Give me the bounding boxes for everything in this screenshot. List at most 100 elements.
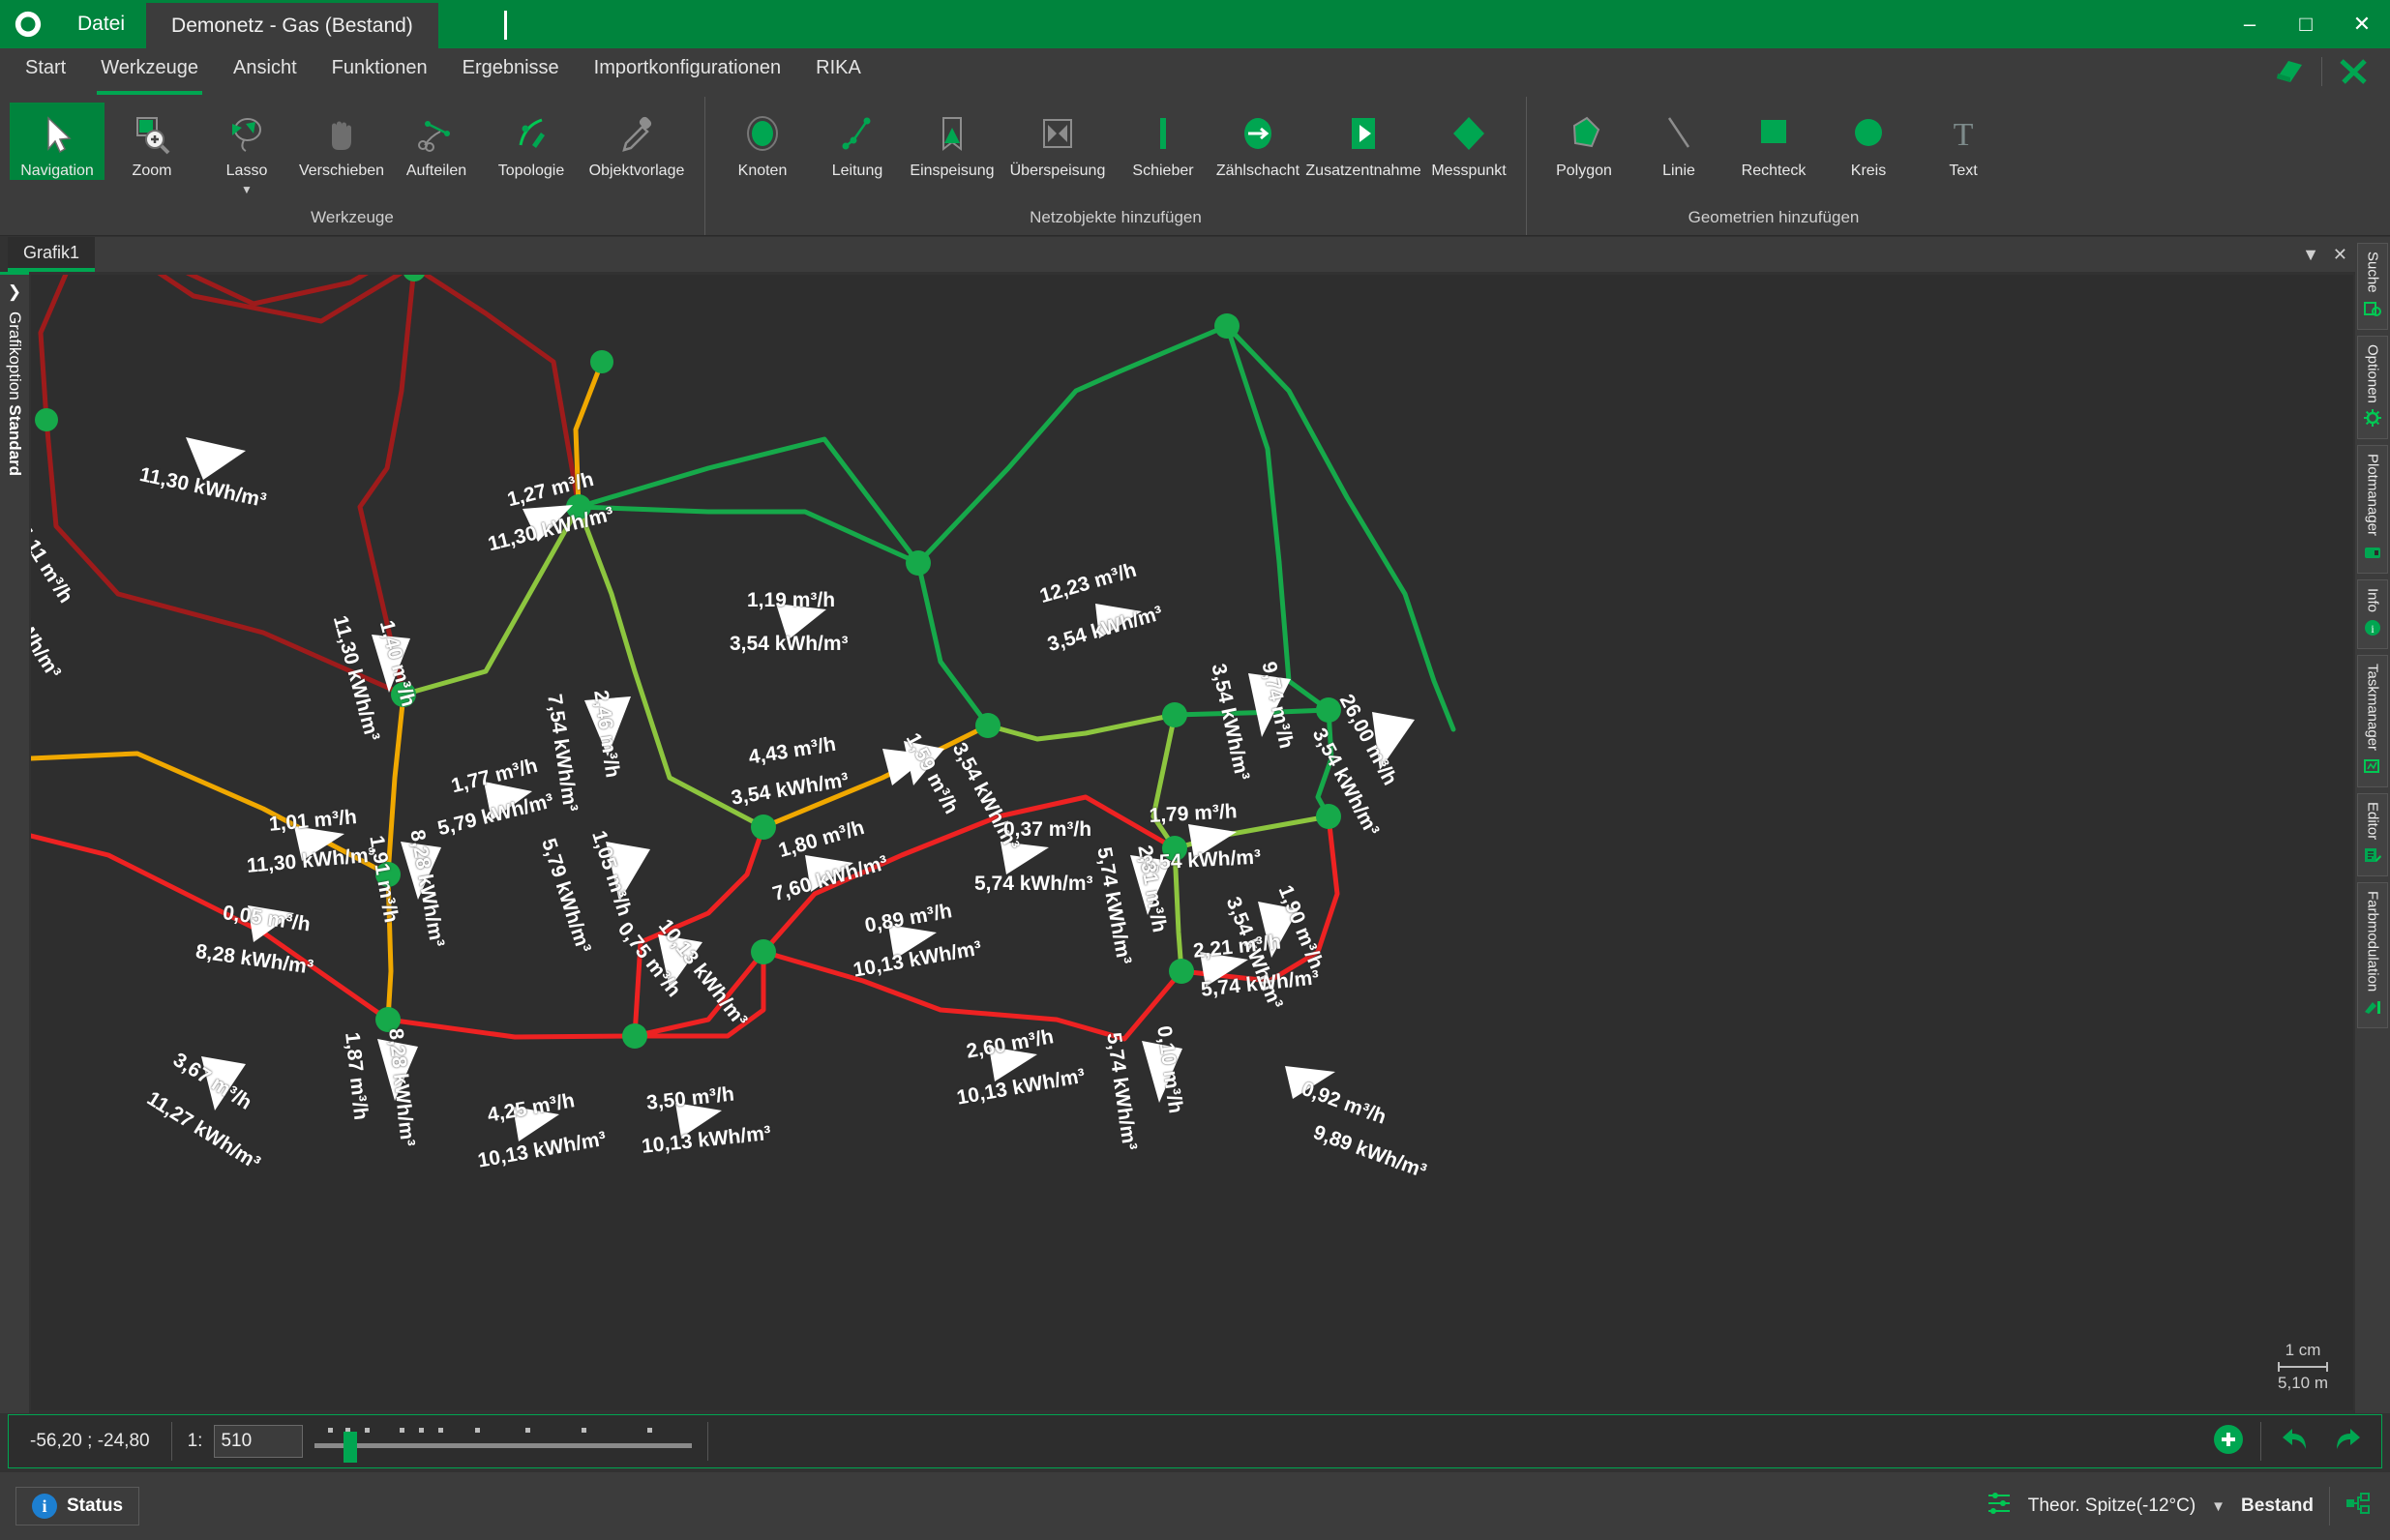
pipe-line-icon	[835, 108, 880, 161]
tool-leitung[interactable]: Leitung	[810, 103, 905, 180]
panel-tab-farbmodulation[interactable]: Farbmodulation	[2357, 882, 2388, 1028]
tool-zoom[interactable]: Zoom	[105, 103, 199, 180]
tool-zaehlschacht[interactable]: Zählschacht	[1210, 103, 1305, 180]
tool-text-label: Text	[1947, 161, 1979, 180]
graphic-tab-grafik1[interactable]: Grafik1	[8, 237, 95, 272]
scenario-label[interactable]: Theor. Spitze(-12°C)	[2028, 1496, 2196, 1517]
plotmanager-icon	[2363, 543, 2382, 567]
panel-tab-info[interactable]: Info i	[2357, 579, 2388, 649]
search-panel-icon	[2363, 299, 2382, 323]
svg-text:T: T	[1954, 117, 1974, 153]
ribbon-tab-importkonfigurationen[interactable]: Importkonfigurationen	[577, 48, 798, 97]
ribbon-quick-icons	[2263, 50, 2380, 93]
ribbon-tab-werkzeuge[interactable]: Werkzeuge	[83, 48, 216, 97]
menu-datei[interactable]: Datei	[56, 0, 146, 48]
tool-objektvorlage[interactable]: Objektvorlage	[579, 103, 695, 180]
tool-knoten-label: Knoten	[736, 161, 790, 180]
maximize-button[interactable]: □	[2278, 0, 2334, 48]
status-button-label: Status	[67, 1496, 123, 1517]
tool-zaehlschacht-label: Zählschacht	[1214, 161, 1301, 180]
zoom-slider-thumb[interactable]	[344, 1432, 357, 1463]
minimize-button[interactable]: –	[2222, 0, 2278, 48]
zoom-slider-track	[314, 1443, 692, 1448]
scale-bar-bottom: 5,10 m	[2278, 1374, 2328, 1393]
flow-label: 5,74 kWh/m³	[974, 873, 1093, 896]
variant-label[interactable]: Bestand	[2241, 1496, 2314, 1517]
tool-zoom-label: Zoom	[131, 161, 174, 180]
ribbon-tab-ergebnisse[interactable]: Ergebnisse	[445, 48, 577, 97]
flow-label: 1,79 m³/h	[1149, 800, 1238, 828]
status-button[interactable]: i Status	[15, 1487, 139, 1525]
panel-tab-suche[interactable]: Suche	[2357, 243, 2388, 330]
tool-objektvorlage-label: Objektvorlage	[587, 161, 687, 180]
editor-icon	[2363, 845, 2382, 870]
flow-label: 0,37 m³/h	[1003, 818, 1091, 842]
tool-kreis[interactable]: Kreis	[1821, 103, 1916, 180]
tool-polygon[interactable]: Polygon	[1537, 103, 1631, 180]
circle-icon	[1846, 108, 1891, 161]
tool-messpunkt-label: Messpunkt	[1429, 161, 1508, 180]
ribbon-tab-rika[interactable]: RIKA	[798, 48, 879, 97]
redo-arrow-icon[interactable]	[2329, 1424, 2366, 1460]
title-spacer	[438, 0, 2222, 48]
tool-ueberspeisung[interactable]: Überspeisung	[1000, 103, 1116, 180]
tools-icon[interactable]	[2328, 50, 2380, 93]
flow-label: 1,19 m³/h	[747, 589, 835, 612]
gear-icon	[2363, 408, 2382, 432]
graphic-tab-actions: ▼ ✕	[2302, 245, 2361, 265]
info-icon: i	[32, 1494, 57, 1519]
flow-label: 3,54 kWh/m³	[730, 633, 849, 656]
zoom-control: 1:	[172, 1424, 708, 1459]
window-controls: – □ ✕	[2222, 0, 2390, 48]
panel-tab-editor[interactable]: Editor	[2357, 793, 2388, 876]
undo-arrow-icon[interactable]	[2277, 1424, 2314, 1460]
split-scissors-icon	[414, 108, 459, 161]
panel-tab-taskmanager[interactable]: Taskmanager	[2357, 655, 2388, 787]
tool-verschieben[interactable]: Verschieben	[294, 103, 389, 180]
extraction-play-icon	[1341, 108, 1386, 161]
circle-plus-icon[interactable]	[2212, 1423, 2245, 1461]
tool-text[interactable]: T Text	[1916, 103, 2011, 180]
chevron-right-icon[interactable]: ❯	[8, 282, 21, 302]
zoom-slider[interactable]	[314, 1424, 692, 1459]
taskmanager-icon	[2363, 756, 2382, 781]
tool-lasso[interactable]: Lasso ▼	[199, 103, 294, 196]
tool-navigation[interactable]: Navigation	[10, 103, 105, 180]
tool-linie-label: Linie	[1660, 161, 1697, 180]
panel-tab-farbmodulation-label: Farbmodulation	[2365, 891, 2381, 992]
chevron-down-icon[interactable]: ▼	[241, 184, 253, 196]
tool-linie[interactable]: Linie	[1631, 103, 1726, 180]
tool-topologie[interactable]: Topologie	[484, 103, 579, 180]
zoom-prefix-label: 1:	[188, 1431, 203, 1452]
zoom-magnifier-icon	[130, 108, 174, 161]
tool-rechteck-label: Rechteck	[1740, 161, 1808, 180]
tab-close-icon[interactable]: ✕	[2333, 245, 2347, 265]
ribbon-tab-start[interactable]: Start	[8, 48, 83, 97]
tool-navigation-label: Navigation	[18, 161, 96, 180]
tab-collapse-icon[interactable]: ▼	[2302, 245, 2319, 265]
chevron-down-icon[interactable]: ▼	[2211, 1498, 2226, 1515]
tool-rechteck[interactable]: Rechteck	[1726, 103, 1821, 180]
zoom-scale-input[interactable]	[214, 1425, 303, 1458]
ribbon-group-netzobjekte-title: Netzobjekte hinzufügen	[705, 208, 1526, 235]
scale-bar: 1 cm 5,10 m	[2278, 1341, 2328, 1393]
colormod-icon	[2363, 997, 2382, 1022]
panel-tab-plotmanager[interactable]: Plotmanager	[2357, 445, 2388, 573]
tool-zusatzentnahme[interactable]: Zusatzentnahme	[1305, 103, 1421, 180]
tool-schieber[interactable]: Schieber	[1116, 103, 1210, 180]
panel-tab-optionen[interactable]: Optionen	[2357, 336, 2388, 440]
tool-aufteilen[interactable]: Aufteilen	[389, 103, 484, 180]
tool-einspeisung[interactable]: Einspeisung	[905, 103, 1000, 180]
tool-knoten[interactable]: Knoten	[715, 103, 810, 180]
close-button[interactable]: ✕	[2334, 0, 2390, 48]
graphic-tab-strip: Grafik1 ▼ ✕	[8, 237, 2361, 272]
graphic-options-panel[interactable]: ❯ Grafikoption Standard	[0, 272, 29, 1413]
panel-tab-info-label: Info	[2365, 588, 2381, 612]
book-icon[interactable]	[2263, 50, 2315, 93]
document-tab[interactable]: Demonetz - Gas (Bestand)	[146, 0, 438, 48]
network-tree-icon[interactable]	[2345, 1492, 2371, 1521]
ribbon-tab-funktionen[interactable]: Funktionen	[314, 48, 445, 97]
tool-messpunkt[interactable]: Messpunkt	[1421, 103, 1516, 180]
network-canvas[interactable]: 11,30 kWh/m³4,11 m³/hkWh/m³1,27 m³/h11,3…	[31, 275, 2353, 1410]
ribbon-tab-ansicht[interactable]: Ansicht	[216, 48, 314, 97]
